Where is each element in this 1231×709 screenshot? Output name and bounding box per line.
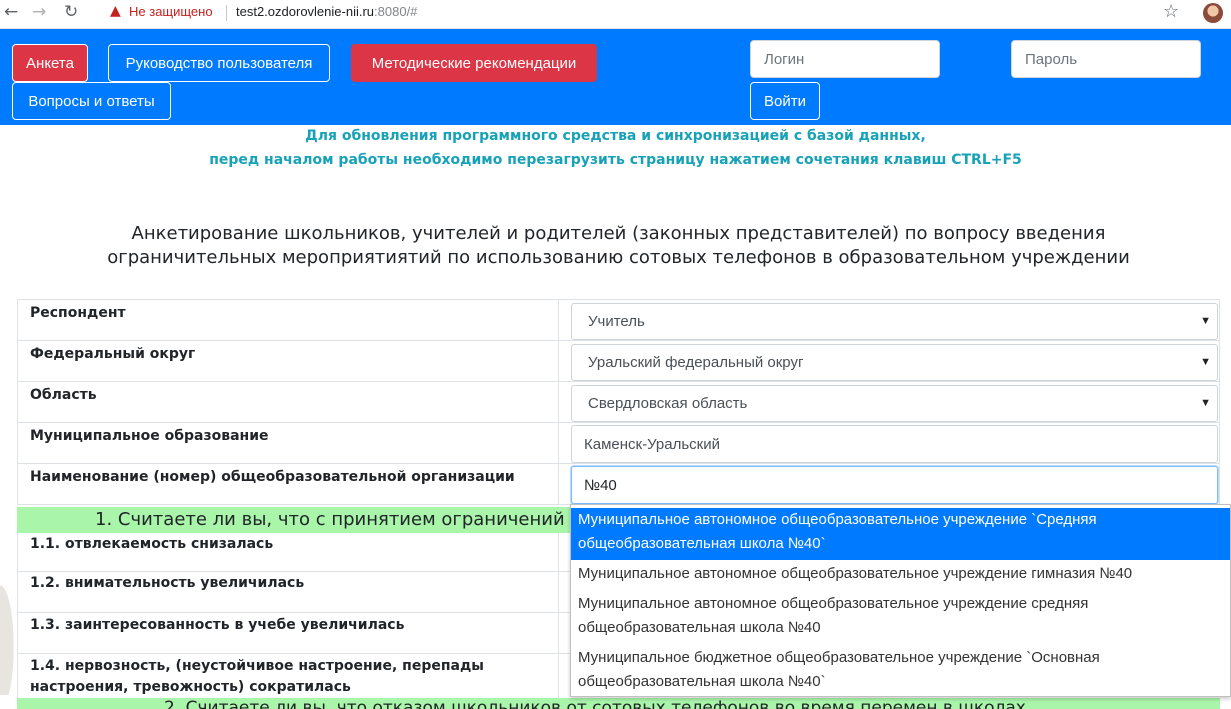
login-input[interactable]: Логин [750,40,940,78]
question-1-4-label-line1: 1.4. нервозность, (неустойчивое настроен… [30,658,484,674]
municipality-label: Муниципальное образование [30,428,269,444]
reload-notice-line2: перед началом работы необходимо перезагр… [209,152,1022,168]
address-bar[interactable]: test2.ozdorovlenie-nii.ru:8080/# [236,4,417,19]
reload-notice-line1: Для обновления программного средства и с… [305,128,926,144]
autocomplete-option-4-line2: общеобразовательная школа №40` [578,673,826,690]
page-title-line1: Анкетирование школьников, учителей и род… [131,223,1106,244]
back-arrow-icon[interactable]: ← [4,2,18,22]
question-1-4-label-line2: настроения, тревожность) сократилась [30,679,351,695]
autocomplete-option-4[interactable]: Муниципальное бюджетное общеобразователь… [571,646,1230,696]
dropdown-arrow-icon: ▼ [1200,315,1211,327]
column-divider [558,533,559,571]
form-row-respondent: Респондент Учитель ▼ [17,300,1220,341]
autocomplete-option-2[interactable]: Муниципальное автономное общеобразовател… [571,562,1230,590]
region-select[interactable]: Свердловская область ▼ [571,385,1218,422]
district-label: Федеральный округ [30,346,196,362]
form-row-municipality: Муниципальное образование Каменск-Уральс… [17,423,1220,464]
dropdown-arrow-icon: ▼ [1200,356,1211,368]
user-guide-button[interactable]: Руководство пользователя [108,44,330,82]
autocomplete-option-3-line1: Муниципальное автономное общеобразовател… [578,595,1089,612]
password-input[interactable]: Пароль [1011,40,1201,78]
url-path: :8080/# [374,4,418,19]
form-row-district: Федеральный округ Уральский федеральный … [17,341,1220,382]
school-input[interactable]: №40 [571,466,1218,504]
municipality-input[interactable]: Каменск-Уральский [571,425,1218,463]
column-divider [558,423,559,463]
region-value: Свердловская область [588,395,748,412]
autocomplete-option-3[interactable]: Муниципальное автономное общеобразовател… [571,592,1230,642]
profile-avatar[interactable] [1203,3,1223,23]
autocomplete-option-1[interactable]: Муниципальное автономное общеобразовател… [571,508,1230,560]
question-2-heading: 2. Считаете ли вы, что отказом школьнико… [17,698,1220,709]
address-divider [226,5,227,21]
column-divider [558,382,559,422]
login-button[interactable]: Войти [750,82,820,120]
question-1-3-label: 1.3. заинтересованность в учебе увеличил… [30,617,405,633]
school-autocomplete-list: Муниципальное автономное общеобразовател… [570,504,1231,697]
insecure-label[interactable]: Не защищено [129,4,213,19]
column-divider [558,654,559,698]
question-1-1-label: 1.1. отвлекаемость снизалась [30,536,274,552]
warning-icon[interactable]: ▲ [110,3,121,19]
top-navbar: Анкета Руководство пользователя Методиче… [0,29,1231,125]
browser-toolbar: ← → ↻ ▲ Не защищено test2.ozdorovlenie-n… [0,0,1231,29]
autocomplete-option-2-line1: Муниципальное автономное общеобразовател… [578,565,1133,582]
column-divider [558,613,559,653]
respondent-value: Учитель [588,313,645,330]
district-select[interactable]: Уральский федеральный округ ▼ [571,344,1218,381]
district-value: Уральский федеральный округ [588,354,804,371]
faq-button[interactable]: Вопросы и ответы [12,82,171,120]
url-host: test2.ozdorovlenie-nii.ru [236,4,375,19]
respondent-label: Респондент [30,305,126,321]
autocomplete-option-1-line2: общеобразовательная школа №40` [578,535,826,552]
page-title: Анкетирование школьников, учителей и род… [60,222,1177,270]
school-label: Наименование (номер) общеобразовательной… [30,469,515,485]
methodical-recommendations-button[interactable]: Методические рекомендации [351,44,597,82]
column-divider [558,572,559,612]
respondent-select[interactable]: Учитель ▼ [571,303,1218,340]
form-row-region: Область Свердловская область ▼ [17,382,1220,423]
autocomplete-option-4-line1: Муниципальное бюджетное общеобразователь… [578,649,1100,666]
autocomplete-option-3-line2: общеобразовательная школа №40 [578,619,821,636]
anketa-button[interactable]: Анкета [12,44,88,82]
reload-icon[interactable]: ↻ [64,2,78,22]
respondent-form: Респондент Учитель ▼ Федеральный округ Ур… [17,299,1220,505]
region-label: Область [30,387,97,403]
forward-arrow-icon[interactable]: → [32,2,46,22]
question-1-2-label: 1.2. внимательность увеличилась [30,575,305,591]
column-divider [558,300,559,340]
column-divider [558,464,559,504]
page-title-line2: ограничительных мероприятиятий по исполь… [107,247,1130,268]
autocomplete-option-1-line1: Муниципальное автономное общеобразовател… [578,511,1097,528]
dropdown-arrow-icon: ▼ [1200,397,1211,409]
bookmark-star-icon[interactable]: ☆ [1163,1,1179,22]
background-decoration [0,575,16,695]
form-row-school: Наименование (номер) общеобразовательной… [17,464,1220,505]
column-divider [558,341,559,381]
